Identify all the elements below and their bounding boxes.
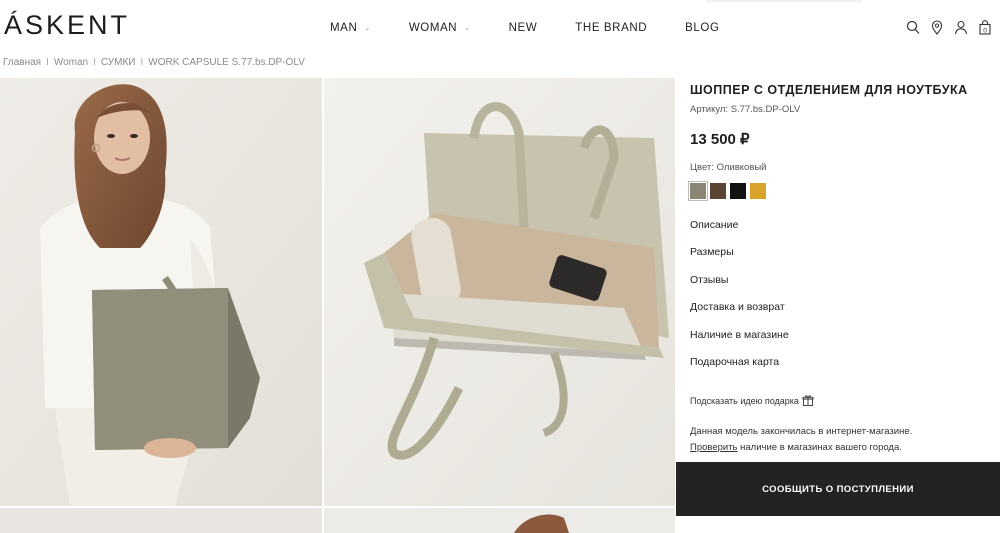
check-stores-link[interactable]: Проверить <box>690 442 738 453</box>
product-sku: Артикул: S.77.bs.DP-OLV <box>690 104 801 115</box>
cart-icon[interactable]: 0 <box>978 20 992 35</box>
gift-hint-link[interactable]: Подсказать идею подарка <box>690 394 814 408</box>
swatch-olive[interactable] <box>688 181 708 201</box>
location-icon[interactable] <box>930 20 944 35</box>
accordion-store-availability[interactable]: Наличие в магазине <box>690 328 789 355</box>
search-icon[interactable] <box>906 20 920 35</box>
nav-item-label: WOMAN <box>408 22 458 34</box>
main-nav: MAN ⌄ WOMAN ⌄ NEW THE BRAND BLOG <box>330 22 758 34</box>
availability-notice: Данная модель закончилась в интернет-маг… <box>690 424 912 456</box>
breadcrumb-separator: I <box>46 57 49 68</box>
accordion-reviews[interactable]: Отзывы <box>690 273 789 300</box>
breadcrumb-separator: I <box>140 57 144 68</box>
nav-item-the-brand[interactable]: THE BRAND <box>575 22 647 34</box>
accordion-delivery[interactable]: Доставка и возврат <box>690 300 789 327</box>
breadcrumb-woman[interactable]: Woman <box>54 57 88 68</box>
swatch-mustard[interactable] <box>750 183 766 199</box>
notice-line-1: Данная модель закончилась в интернет-маг… <box>690 426 913 437</box>
breadcrumb: Главная I Woman I СУМКИ I WORK CAPSULE S… <box>3 57 305 68</box>
brand-logo[interactable]: ÁSKENT <box>4 10 130 41</box>
product-accordion: Описание Размеры Отзывы Доставка и возвр… <box>690 218 789 382</box>
accordion-gift-card[interactable]: Подарочная карта <box>690 355 789 382</box>
product-photo-3[interactable] <box>0 508 322 533</box>
accordion-description[interactable]: Описание <box>690 218 789 245</box>
gift-icon <box>799 394 814 408</box>
chevron-down-icon: ⌄ <box>464 25 471 32</box>
swatch-black[interactable] <box>730 183 746 199</box>
svg-text:0: 0 <box>983 27 987 34</box>
header-icons: 0 <box>896 20 992 35</box>
breadcrumb-current: WORK CAPSULE S.77.bs.DP-OLV <box>148 57 305 68</box>
nav-item-label: THE BRAND <box>575 22 648 34</box>
breadcrumb-home[interactable]: Главная <box>3 57 41 68</box>
nav-item-new[interactable]: NEW <box>509 22 538 34</box>
site-header: ÁSKENT MAN ⌄ WOMAN ⌄ NEW THE BRAND BLOG <box>0 0 1000 56</box>
breadcrumb-bags[interactable]: СУМКИ <box>101 57 136 68</box>
chevron-down-icon: ⌄ <box>364 25 371 32</box>
product-price: 13 500 ₽ <box>690 131 750 148</box>
color-swatches <box>688 181 770 201</box>
product-photo-4[interactable] <box>324 508 675 533</box>
user-icon[interactable] <box>954 20 968 35</box>
notice-line-2-text: наличие в магазинах вашего города. <box>737 442 902 453</box>
product-photo-bag-open[interactable] <box>324 78 675 506</box>
gift-hint-label: Подсказать идею подарка <box>690 396 799 406</box>
breadcrumb-separator: I <box>93 57 96 68</box>
nav-item-label: BLOG <box>685 22 720 34</box>
nav-item-woman[interactable]: WOMAN ⌄ <box>409 22 471 34</box>
color-label: Цвет: Оливковый <box>690 162 767 173</box>
nav-item-label: MAN <box>330 22 358 34</box>
nav-item-blog[interactable]: BLOG <box>685 22 719 34</box>
notice-line-2: Проверить наличие в магазинах вашего гор… <box>690 440 912 456</box>
swatch-brown[interactable] <box>710 183 726 199</box>
notify-when-available-button[interactable]: СООБЩИТЬ О ПОСТУПЛЕНИИ <box>676 462 1000 516</box>
product-photo-model[interactable] <box>0 78 322 506</box>
nav-item-label: NEW <box>508 22 538 34</box>
accordion-sizes[interactable]: Размеры <box>690 245 789 272</box>
nav-item-man[interactable]: MAN ⌄ <box>330 22 371 34</box>
product-title: ШОППЕР С ОТДЕЛЕНИЕМ ДЛЯ НОУТБУКА <box>690 83 968 97</box>
